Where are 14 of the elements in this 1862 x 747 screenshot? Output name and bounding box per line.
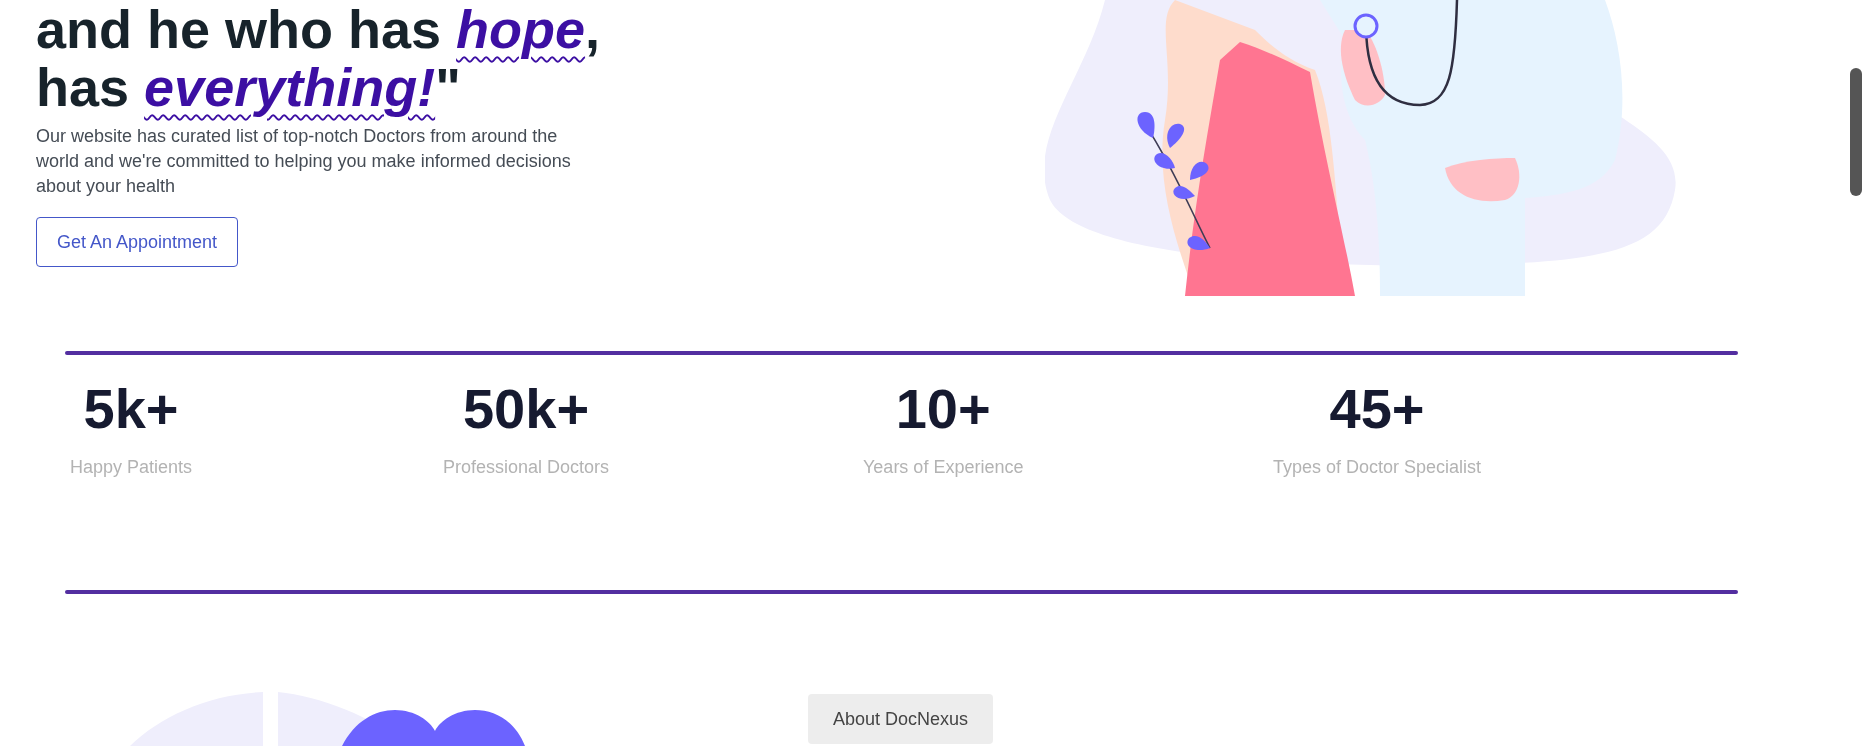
stat-label: Types of Doctor Specialist [1273,457,1482,478]
stat-value: 45+ [1329,377,1425,441]
stat-label: Years of Experience [863,457,1024,478]
stat-label: Professional Doctors [443,457,610,478]
stat-value: 10+ [895,377,991,441]
scrollbar-thumb[interactable] [1850,68,1862,196]
about-badge: About DocNexus [808,694,994,744]
appointment-button[interactable]: Get An Appointment [36,217,239,267]
stat-value: 5k+ [83,377,179,441]
hero-description: Our website has curated list of top-notch Doctors from around the world and we're committed to helping you make informed decisions about your health [36,125,572,198]
hero-heading-line: and he who has hope, [36,0,601,58]
hero-heading-line: has everything!" [36,58,461,116]
stat-label: Happy Patients [70,457,193,478]
stat-value: 50k+ [462,377,590,441]
